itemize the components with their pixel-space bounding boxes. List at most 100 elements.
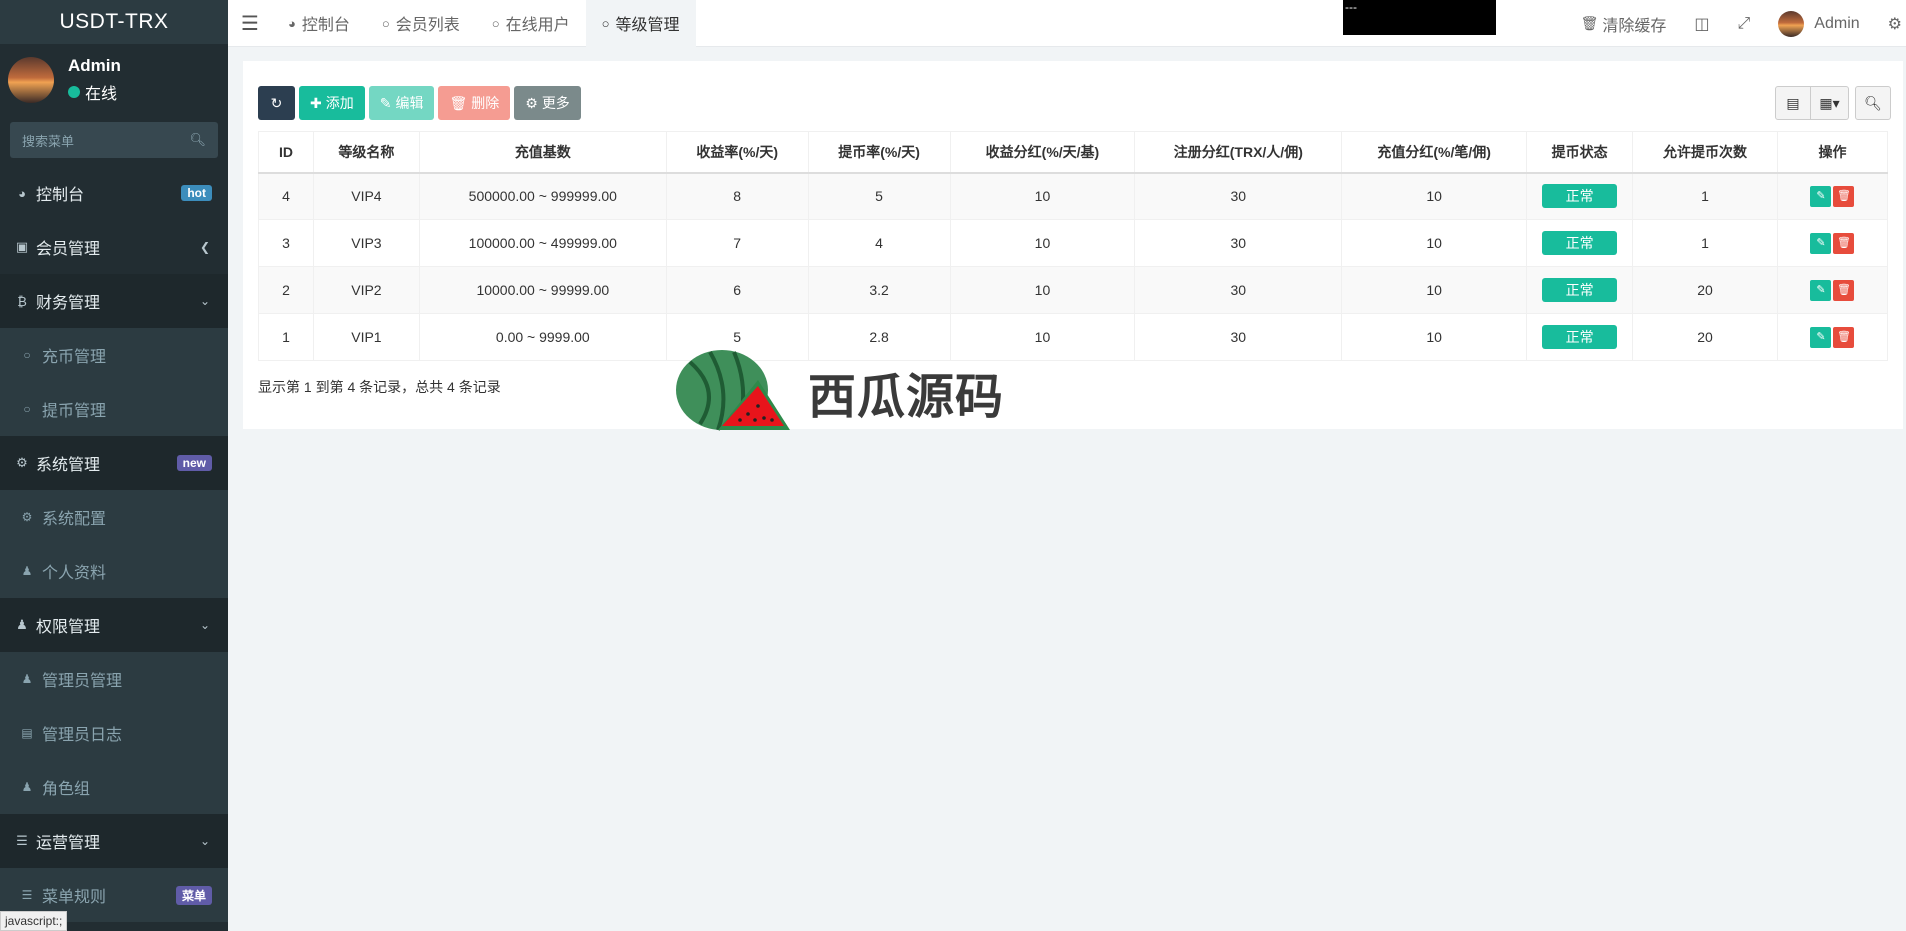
col-id[interactable]: ID xyxy=(258,131,314,174)
table-row[interactable]: 3 VIP3 100000.00 ~ 499999.00 7 4 10 30 1… xyxy=(258,219,1889,267)
sidebar-item-deposit[interactable]: ○ 充币管理 xyxy=(0,328,228,382)
tab-label: 在线用户 xyxy=(505,17,570,34)
sidebar-item-config[interactable]: ⚙ 系统配置 xyxy=(0,490,228,544)
list-alt-icon: ▤ xyxy=(1786,94,1800,111)
sidebar-item-roles[interactable]: ♟ 角色组 xyxy=(0,760,228,814)
sidebar-item-ops[interactable]: ☰ 运营管理 ⌄ xyxy=(0,814,228,868)
row-edit-button[interactable]: ✎ xyxy=(1810,279,1832,301)
cell-recharge-bonus: 10 xyxy=(1341,266,1528,314)
col-withdraw-times[interactable]: 允许提币次数 xyxy=(1632,131,1778,174)
language-icon: ◫ xyxy=(1694,15,1710,33)
cell-reg-bonus: 30 xyxy=(1134,313,1343,361)
refresh-button[interactable]: ↻ xyxy=(258,86,295,120)
tab-member-list[interactable]: ○ 会员列表 xyxy=(366,0,476,47)
bitcoin-icon: ₿ xyxy=(17,293,27,309)
status-badge[interactable]: 正常 xyxy=(1542,231,1618,255)
cell-yield: 7 xyxy=(665,219,809,267)
col-register-bonus[interactable]: 注册分红(TRX/人/佣) xyxy=(1134,131,1343,174)
add-button[interactable]: ✚ 添加 xyxy=(299,86,365,120)
col-withdraw-rate[interactable]: 提币率(%/天) xyxy=(807,131,951,174)
tab-dashboard[interactable]: ◕ 控制台 xyxy=(272,0,366,47)
sidebar-item-profile[interactable]: ♟ 个人资料 xyxy=(0,544,228,598)
brand-logo[interactable]: USDT-TRX xyxy=(0,0,228,44)
fullscreen-button[interactable]: ⤢ xyxy=(1723,15,1764,33)
cell-withdraw-times: 20 xyxy=(1632,266,1778,314)
cell-actions: ✎ 🗑︎ xyxy=(1776,219,1889,267)
row-delete-button[interactable]: 🗑︎ xyxy=(1833,185,1855,207)
gear-icon: ⚙ xyxy=(525,94,538,111)
cell-actions: ✎ 🗑︎ xyxy=(1776,313,1889,361)
clear-cache-button[interactable]: 🗑︎ 清除缓存 xyxy=(1567,12,1681,36)
col-recharge-base[interactable]: 充值基数 xyxy=(418,131,667,174)
cell-withdraw-times: 1 xyxy=(1632,172,1778,220)
search-toggle-button[interactable]: 🔍︎ xyxy=(1855,86,1891,120)
sidebar-menu: ◕ 控制台 hot ▣ 会员管理 ❮ ₿ 财务管理 ⌄ ○ 充币管理 ○ 提币管… xyxy=(0,166,228,922)
col-yield-bonus[interactable]: 收益分红(%/天/基) xyxy=(949,131,1136,174)
toggle-view-button[interactable]: ▤ xyxy=(1775,86,1811,120)
status-badge[interactable]: 正常 xyxy=(1542,325,1618,349)
user-name: Admin xyxy=(68,56,121,75)
edit-button[interactable]: ✎ 编辑 xyxy=(368,86,435,120)
cell-yield-bonus: 10 xyxy=(949,266,1136,314)
row-edit-button[interactable]: ✎ xyxy=(1810,185,1832,207)
user-status: 在线 xyxy=(68,80,121,104)
menu-badge: 菜单 xyxy=(175,885,212,905)
sidebar-item-auth[interactable]: ♟ 权限管理 ⌄ xyxy=(0,598,228,652)
gear-icon: ⚙ xyxy=(21,510,33,524)
col-level-name[interactable]: 等级名称 xyxy=(312,131,420,174)
status-badge[interactable]: 正常 xyxy=(1542,278,1618,302)
group-icon: ♟ xyxy=(21,780,33,794)
cell-base: 100000.00 ~ 499999.00 xyxy=(418,219,667,267)
cell-recharge-bonus: 10 xyxy=(1341,219,1528,267)
cell-yield-bonus: 10 xyxy=(949,219,1136,267)
table-row[interactable]: 2 VIP2 10000.00 ~ 99999.00 6 3.2 10 30 1… xyxy=(258,266,1889,314)
cell-withdraw-times: 1 xyxy=(1632,219,1778,267)
sidebar-item-system[interactable]: ⚙ 系统管理 new xyxy=(0,436,228,490)
row-delete-button[interactable]: 🗑︎ xyxy=(1833,232,1855,254)
row-edit-button[interactable]: ✎ xyxy=(1810,232,1832,254)
new-badge: new xyxy=(176,455,212,471)
delete-button[interactable]: 🗑︎ 删除 xyxy=(438,86,511,120)
cell-yield-bonus: 10 xyxy=(949,172,1136,220)
cell-status: 正常 xyxy=(1526,172,1634,220)
status-badge[interactable]: 正常 xyxy=(1542,184,1618,209)
tab-level-management[interactable]: ○ 等级管理 xyxy=(585,0,696,47)
col-withdraw-status[interactable]: 提币状态 xyxy=(1526,131,1634,174)
table-row[interactable]: 4 VIP4 500000.00 ~ 999999.00 8 5 10 30 1… xyxy=(258,172,1889,220)
columns-button[interactable]: ▦▾ xyxy=(1811,86,1849,120)
sidebar-item-dashboard[interactable]: ◕ 控制台 hot xyxy=(0,166,228,220)
more-button[interactable]: ⚙ 更多 xyxy=(514,86,581,120)
tab-label: 会员列表 xyxy=(395,17,460,34)
row-edit-button[interactable]: ✎ xyxy=(1810,326,1832,348)
admin-menu[interactable]: Admin xyxy=(1764,10,1873,37)
menu-search-input[interactable]: 搜索菜单 🔍︎ xyxy=(10,122,218,158)
sidebar-item-withdraw[interactable]: ○ 提币管理 xyxy=(0,382,228,436)
sidebar-item-label: 系统配置 xyxy=(42,511,107,528)
plus-icon: ✚ xyxy=(310,94,322,111)
sidebar-item-admins[interactable]: ♟ 管理员管理 xyxy=(0,652,228,706)
col-yield-rate[interactable]: 收益率(%/天) xyxy=(665,131,809,174)
row-delete-button[interactable]: 🗑︎ xyxy=(1833,326,1855,348)
cell-status: 正常 xyxy=(1526,313,1634,361)
col-recharge-bonus[interactable]: 充值分红(%/笔/佣) xyxy=(1341,131,1528,174)
sidebar-item-label: 个人资料 xyxy=(42,565,107,582)
sidebar-item-finance[interactable]: ₿ 财务管理 ⌄ xyxy=(0,274,228,328)
pencil-icon: ✎ xyxy=(379,94,392,111)
watermelon-logo-icon xyxy=(676,350,790,431)
sidebar-item-admin-log[interactable]: ▤ 管理员日志 xyxy=(0,706,228,760)
circle-icon: ○ xyxy=(601,15,610,31)
hamburger-icon[interactable]: ☰ xyxy=(228,11,272,36)
table-row[interactable]: 1 VIP1 0.00 ~ 9999.00 5 2.8 10 30 10 正常 … xyxy=(258,313,1889,361)
trash-icon: 🗑︎ xyxy=(449,94,468,111)
settings-button[interactable]: ⚙ xyxy=(1874,14,1906,34)
cell-yield: 8 xyxy=(665,172,809,220)
chevron-left-icon: ❮ xyxy=(199,240,210,254)
cell-status: 正常 xyxy=(1526,266,1634,314)
more-label: 更多 xyxy=(541,95,570,111)
sidebar-item-label: 充币管理 xyxy=(42,349,107,366)
language-button[interactable]: ◫ xyxy=(1680,14,1723,34)
row-delete-button[interactable]: 🗑︎ xyxy=(1833,279,1855,301)
online-dot-icon xyxy=(68,86,80,98)
tab-online-users[interactable]: ○ 在线用户 xyxy=(476,0,586,47)
sidebar-item-members[interactable]: ▣ 会员管理 ❮ xyxy=(0,220,228,274)
